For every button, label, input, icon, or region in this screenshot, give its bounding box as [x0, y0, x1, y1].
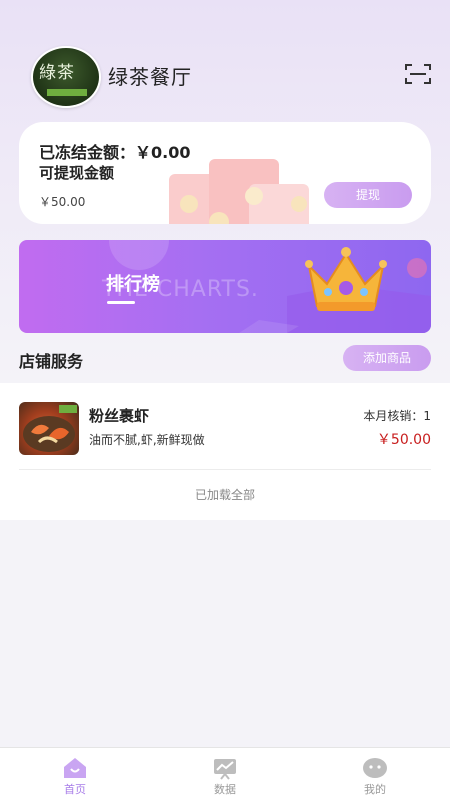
scan-icon[interactable] [405, 63, 431, 85]
chart-icon [214, 759, 236, 780]
avatar-logo-band [47, 89, 87, 96]
banner-title: 排行榜 [106, 274, 160, 295]
list-footer: 已加载全部 [194, 488, 255, 502]
profile-icon [363, 758, 387, 778]
avatar-logo-text: 綠茶 [39, 63, 75, 83]
product-name: 粉丝裹虾 [89, 407, 150, 425]
balance-card: 已冻结金额：￥0.00 可提现金额 ￥50.00 提现 [19, 122, 431, 224]
product-price: ￥50.00 [376, 432, 431, 448]
tab-data-label: 数据 [214, 783, 236, 796]
store-avatar[interactable]: 綠茶 [31, 46, 101, 108]
product-description: 油而不腻,虾,新鲜现做 [89, 433, 205, 447]
section-title: 店铺服务 [19, 352, 84, 371]
tab-home-label: 首页 [64, 783, 86, 796]
withdrawable-value: ￥50.00 [39, 195, 86, 209]
crown-icon [305, 247, 387, 311]
withdrawable-label: 可提现金额 [39, 164, 115, 182]
divider [19, 469, 431, 470]
header: 綠茶 绿茶餐厅 [0, 0, 450, 120]
banner-underline [107, 301, 135, 304]
withdraw-button[interactable]: 提现 [324, 182, 412, 208]
tab-profile-label: 我的 [364, 783, 386, 796]
tab-profile[interactable]: 我的 [335, 748, 415, 801]
frozen-amount: 已冻结金额：￥0.00 [39, 143, 191, 162]
list-item[interactable]: 粉丝裹虾 油而不腻,虾,新鲜现做 本月核销：1 ￥50.00 [19, 402, 431, 462]
tab-bar: 首页 数据 我的 [0, 747, 450, 801]
store-name: 绿茶餐厅 [108, 65, 192, 89]
add-product-button[interactable]: 添加商品 [343, 345, 431, 371]
home-icon [64, 758, 86, 778]
tab-home[interactable]: 首页 [35, 748, 115, 801]
tab-data[interactable]: 数据 [185, 748, 265, 801]
shrimp-image [23, 405, 77, 452]
product-list: 粉丝裹虾 油而不腻,虾,新鲜现做 本月核销：1 ￥50.00 已加载全部 [0, 383, 450, 520]
charts-banner[interactable]: THE CHARTS. 排行榜 [19, 240, 431, 333]
product-thumbnail [19, 402, 79, 455]
product-monthly-sales: 本月核销：1 [363, 409, 431, 423]
